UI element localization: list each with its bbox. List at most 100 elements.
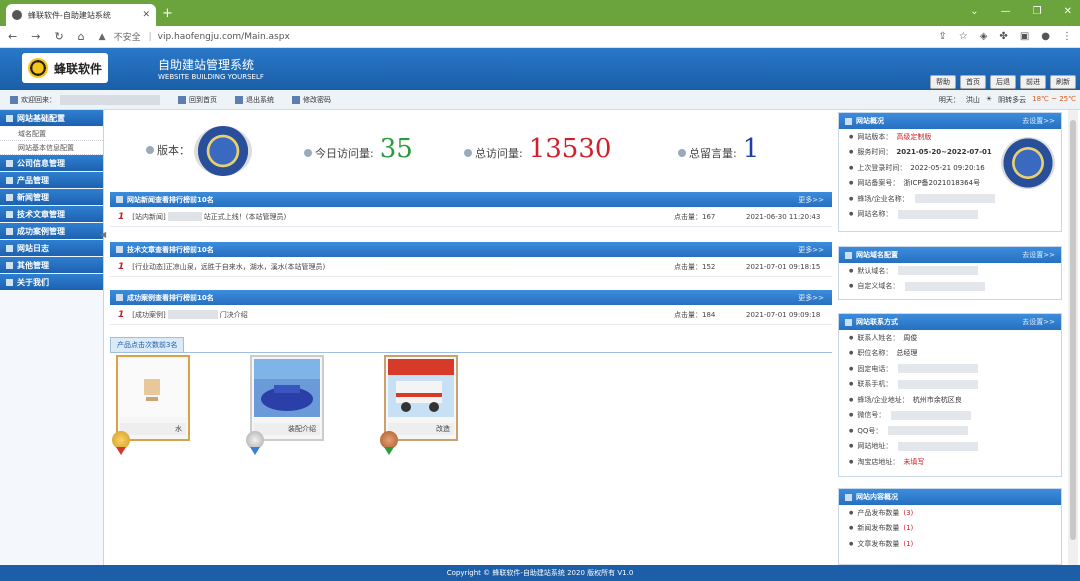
- top-products: 产品点击次数前3名 水 装配介绍 改造: [110, 337, 832, 455]
- sidebar-item-label: 网站日志: [17, 243, 49, 253]
- back-home-link[interactable]: 回到首页: [178, 95, 217, 105]
- logo-text: 蜂联软件: [54, 61, 103, 76]
- profile-icon[interactable]: ●: [1041, 31, 1050, 42]
- contact-settings-link[interactable]: 去设置>>: [1022, 317, 1055, 327]
- sidebar-item-articles[interactable]: 技术文章管理: [0, 206, 103, 222]
- extension-icon[interactable]: ◈: [980, 31, 988, 42]
- rank-number: 1: [118, 309, 125, 320]
- maximize-icon[interactable]: ❐: [1033, 6, 1042, 17]
- overview-settings-link[interactable]: 去设置>>: [1022, 116, 1055, 126]
- url-field[interactable]: ▲ 不安全 | vip.haofengju.com/Main.aspx: [99, 30, 290, 44]
- overview-company-name: 蜂场/企业名称：: [839, 191, 1061, 207]
- sidebar-item-label: 新闻管理: [17, 192, 49, 202]
- help-button[interactable]: 帮助: [930, 75, 956, 89]
- weather-city: 洪山: [965, 96, 980, 104]
- back-button[interactable]: 后退: [990, 75, 1016, 89]
- sidebar-item-other[interactable]: 其他管理: [0, 257, 103, 273]
- domain-settings-link[interactable]: 去设置>>: [1022, 250, 1055, 260]
- articles-more-link[interactable]: 更多>>: [798, 245, 824, 255]
- item-label: 网站备案号：: [857, 179, 900, 188]
- minimize-icon[interactable]: —: [1001, 6, 1011, 17]
- change-password-link[interactable]: 修改密码: [292, 95, 331, 105]
- product-card[interactable]: 水: [116, 355, 190, 441]
- product-image: [254, 359, 320, 417]
- top-buttons: 帮助 首页 后退 前进 刷新: [930, 75, 1076, 89]
- puzzle-icon[interactable]: ✤: [999, 31, 1007, 42]
- site-overview-title: 网站概况: [856, 117, 884, 125]
- sidebar-item-company[interactable]: 公司信息管理: [0, 155, 103, 171]
- sidebar: 网站基础配置 域名配置 网站基本信息配置 公司信息管理 产品管理 新闻管理 技术…: [0, 110, 104, 565]
- product-photo-icon: [144, 379, 160, 401]
- message-icon: [678, 149, 686, 157]
- sidebar-section-icon: [6, 244, 13, 252]
- item-value: 2021-05-20~2022-07-01: [896, 148, 992, 157]
- bee-logo-icon: [28, 58, 48, 78]
- version-label: 版本：: [157, 144, 190, 157]
- star-icon[interactable]: ☆: [959, 31, 968, 42]
- item-label: 上次登录时间：: [857, 163, 907, 172]
- table-row[interactable]: 1 [站内新闻] 站正式上线！(本站管理员) 点击量：167 2021-06-3…: [110, 207, 832, 227]
- scrollbar-thumb[interactable]: [1070, 120, 1076, 540]
- refresh-button[interactable]: 刷新: [1050, 75, 1076, 89]
- sidebar-item-logs[interactable]: 网站日志: [0, 240, 103, 256]
- news-more-link[interactable]: 更多>>: [798, 195, 824, 205]
- sidebar-item-about[interactable]: 关于我们: [0, 274, 103, 290]
- sidebar-icon[interactable]: ▣: [1020, 31, 1029, 42]
- forward-icon[interactable]: →: [31, 30, 40, 43]
- sidebar-subitem-basic-info[interactable]: 网站基本信息配置: [0, 141, 103, 155]
- articles-ranking-panel: 技术文章查看排行榜前10名 更多>> 1 [行业动态] 正凉山泉，远胜于自来水，…: [110, 242, 832, 277]
- browser-tab[interactable]: 蜂联软件-自助建站系统 ✕: [6, 4, 156, 26]
- domain-config-panel: 网站域名配置 去设置>> 默认域名： 自定义域名：: [838, 246, 1062, 300]
- product-card[interactable]: 装配介绍: [250, 355, 324, 441]
- weather: 明天： 洪山 ☀ 阴转多云 18℃ ~ 25℃: [939, 95, 1076, 105]
- table-row[interactable]: 1 [成功案例] 门决介绍 点击量：184 2021-07-01 09:09:1…: [110, 305, 832, 325]
- cases-ranking-panel: 成功案例查看排行榜前10名 更多>> 1 [成功案例] 门决介绍 点击量：184…: [110, 290, 832, 325]
- redacted-value: [898, 209, 979, 219]
- sidebar-item-label: 产品管理: [17, 175, 49, 185]
- redacted-text: [167, 310, 218, 319]
- url-text: vip.haofengju.com/Main.aspx: [157, 31, 290, 42]
- item-label: QQ号：: [857, 426, 883, 435]
- logout-label: 退出系统: [246, 95, 274, 104]
- redacted-value: [898, 266, 979, 276]
- logout-link[interactable]: 退出系统: [235, 95, 274, 105]
- username-redacted: [60, 94, 160, 105]
- row-date: 2021-06-30 11:20:43: [746, 212, 821, 221]
- sidebar-subitem-domain[interactable]: 域名配置: [0, 127, 103, 141]
- products-tab[interactable]: 产品点击次数前3名: [110, 337, 185, 352]
- close-tab-icon[interactable]: ✕: [142, 10, 150, 20]
- collapse-sidebar-icon[interactable]: ◀: [100, 230, 106, 239]
- cases-more-link[interactable]: 更多>>: [798, 293, 824, 303]
- reload-icon[interactable]: ↻: [54, 30, 63, 43]
- footer: Copyright © 蜂联软件-自助建站系统 2020 版权所有 V1.0: [0, 565, 1080, 581]
- home-button[interactable]: 首页: [960, 75, 986, 89]
- row-category: [成功案例]: [132, 310, 166, 319]
- content-articles-count: 文章发布数量(1): [839, 536, 1061, 552]
- sidebar-item-cases[interactable]: 成功案例管理: [0, 223, 103, 239]
- product-card[interactable]: 改造: [384, 355, 458, 441]
- sidebar-item-site-config[interactable]: 网站基础配置: [0, 110, 103, 126]
- item-value: (3): [903, 508, 914, 517]
- row-clicks: 点击量：167: [674, 212, 716, 221]
- sidebar-item-label: 成功案例管理: [17, 226, 65, 236]
- home-icon[interactable]: ⌂: [78, 30, 85, 43]
- close-window-icon[interactable]: ✕: [1064, 6, 1072, 17]
- certification-badge-icon: [194, 126, 252, 176]
- row-category: [行业动态]: [132, 262, 166, 271]
- table-row[interactable]: 1 [行业动态] 正凉山泉，远胜于自来水，湖水，溪水(本站管理员) 点击量：15…: [110, 257, 832, 277]
- menu-icon[interactable]: ⋮: [1062, 31, 1072, 42]
- forward-button[interactable]: 前进: [1020, 75, 1046, 89]
- product-caption: 水: [120, 423, 186, 435]
- share-icon[interactable]: ⇪: [938, 31, 946, 42]
- sidebar-section-icon: [6, 193, 13, 201]
- sidebar-item-news[interactable]: 新闻管理: [0, 189, 103, 205]
- sidebar-section-icon: [6, 114, 13, 122]
- contact-taobao: 淘宝店地址：未填写: [839, 454, 1061, 470]
- chevron-down-icon[interactable]: ⌄: [970, 6, 978, 17]
- sidebar-item-products[interactable]: 产品管理: [0, 172, 103, 188]
- site-overview-header: 网站概况 去设置>>: [839, 113, 1061, 129]
- new-tab-icon[interactable]: +: [162, 6, 173, 21]
- back-icon[interactable]: ←: [8, 30, 17, 43]
- scrollbar[interactable]: [1068, 110, 1078, 565]
- domain-custom: 自定义域名：: [839, 279, 1061, 295]
